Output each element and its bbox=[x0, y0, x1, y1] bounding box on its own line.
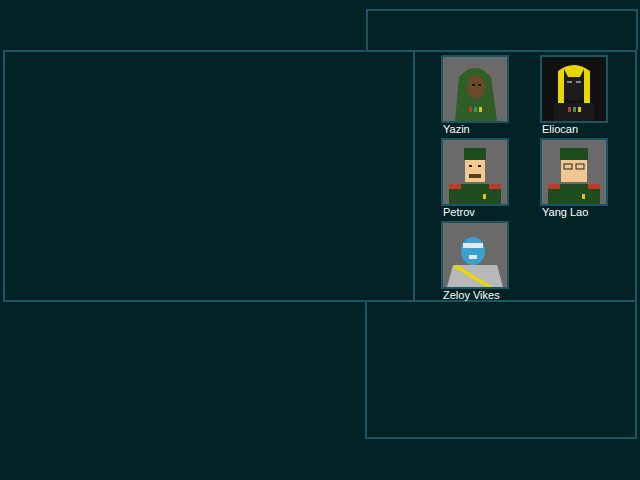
bottom-panel bbox=[365, 302, 637, 439]
portrait-frame[interactable] bbox=[441, 138, 509, 206]
character-name: Yazin bbox=[441, 123, 509, 136]
character-name: Petrov bbox=[441, 206, 509, 219]
character-name: Eliocan bbox=[540, 123, 608, 136]
view-area bbox=[5, 52, 415, 300]
character-name: Yang Lao bbox=[540, 206, 608, 219]
character-card[interactable]: Petrov bbox=[441, 138, 509, 221]
portrait-frame[interactable] bbox=[441, 55, 509, 123]
main-panel: Yazin Eliocan Petrov Yang Lao Zeloy Vikes bbox=[3, 50, 637, 302]
character-name: Zeloy Vikes bbox=[441, 289, 509, 302]
portrait-frame[interactable] bbox=[441, 221, 509, 289]
top-panel bbox=[366, 9, 638, 50]
character-roster: Yazin Eliocan Petrov Yang Lao Zeloy Vikes bbox=[415, 52, 635, 300]
portrait-icon bbox=[443, 57, 507, 121]
character-card[interactable]: Yazin bbox=[441, 55, 509, 138]
portrait-frame[interactable] bbox=[540, 55, 608, 123]
portrait-icon bbox=[443, 140, 507, 204]
character-card[interactable]: Eliocan bbox=[540, 55, 608, 138]
game-screen: Yazin Eliocan Petrov Yang Lao Zeloy Vikes bbox=[0, 0, 640, 480]
character-card[interactable]: Zeloy Vikes bbox=[441, 221, 509, 304]
portrait-icon bbox=[542, 140, 606, 204]
portrait-frame[interactable] bbox=[540, 138, 608, 206]
character-card[interactable]: Yang Lao bbox=[540, 138, 608, 221]
portrait-icon bbox=[542, 57, 606, 121]
portrait-icon bbox=[443, 223, 507, 287]
